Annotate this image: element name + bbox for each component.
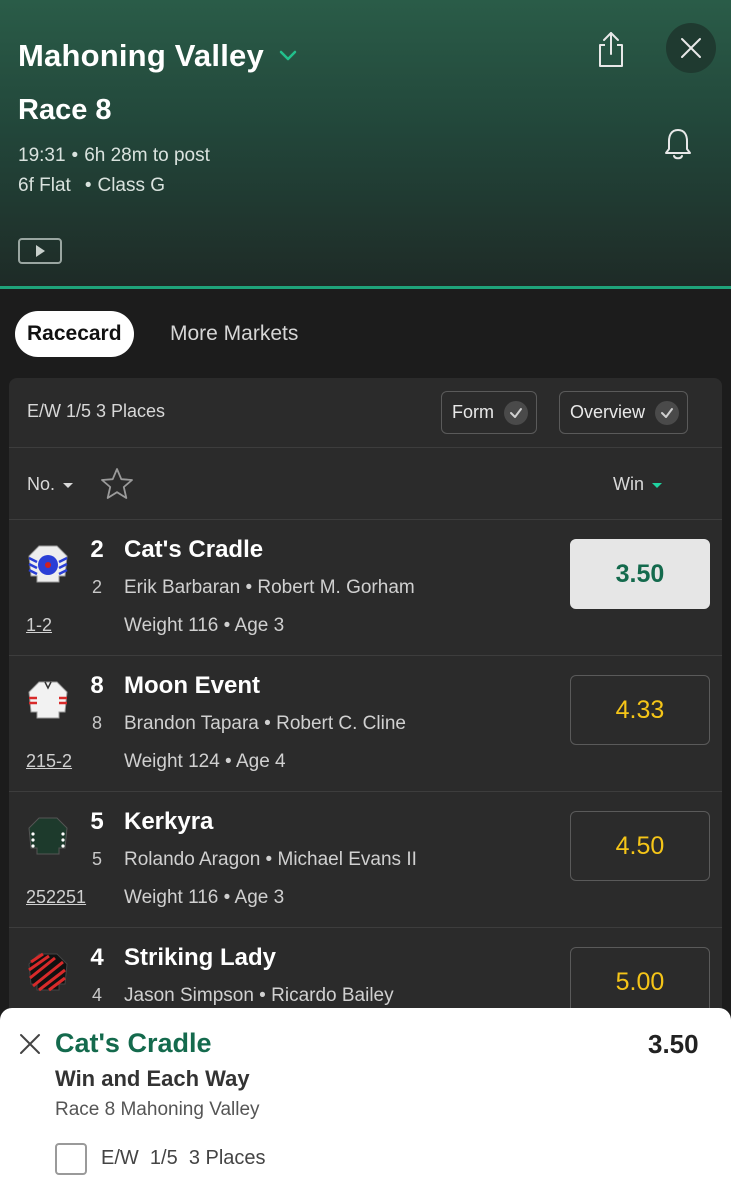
each-way-checkbox[interactable] xyxy=(55,1143,87,1175)
close-icon xyxy=(681,38,701,58)
race-info-row: 6f Flat • Class G xyxy=(18,175,166,196)
race-title: Race 8 xyxy=(18,94,112,126)
check-icon xyxy=(504,400,528,425)
ew-terms-row: E/W 1/5 3 Places Form Overview xyxy=(9,378,722,448)
runner-number: 8 xyxy=(90,672,104,699)
ew-label: E/W xyxy=(101,1147,139,1169)
star-icon[interactable] xyxy=(99,466,135,502)
odds-button[interactable]: 4.33 xyxy=(570,675,710,745)
win-label: Win xyxy=(613,474,644,494)
runner-details: Weight 116 • Age 3 xyxy=(124,887,285,908)
bet-slip: Cat's Cradle 3.50 Win and Each Way Race … xyxy=(0,1008,731,1200)
race-distance: 6f Flat xyxy=(18,175,71,196)
betslip-event: Race 8 Mahoning Valley xyxy=(55,1099,260,1120)
bell-icon[interactable] xyxy=(662,126,694,162)
runner-row[interactable]: 2 Cat's Cradle 2 Erik Barbaran • Robert … xyxy=(9,520,722,656)
runner-draw: 2 xyxy=(91,577,102,597)
jockey-name: Brandon Tapara xyxy=(124,713,259,734)
tab-more-markets[interactable]: More Markets xyxy=(170,311,298,357)
jockey-silk-icon xyxy=(28,681,68,719)
runner-form-link[interactable]: 252251 xyxy=(26,887,86,908)
caret-down-icon xyxy=(652,482,662,488)
chevron-down-icon[interactable] xyxy=(276,44,300,68)
runner-form-link[interactable]: 215-2 xyxy=(26,751,72,772)
share-icon[interactable] xyxy=(594,30,628,70)
race-class: Class G xyxy=(97,175,166,196)
runner-name: Striking Lady xyxy=(124,944,277,971)
venue-name[interactable]: Mahoning Valley xyxy=(18,38,264,74)
market-tabs: Racecard More Markets xyxy=(0,289,731,379)
overview-toggle-label: Overview xyxy=(570,402,646,422)
runner-row[interactable]: 5 Kerkyra 5 Rolando Aragon • Michael Eva… xyxy=(9,792,722,928)
close-button[interactable] xyxy=(666,23,716,73)
runner-weight: Weight 116 xyxy=(124,887,219,908)
tab-racecard[interactable]: Racecard xyxy=(15,311,134,357)
countdown: 6h 28m to post xyxy=(84,145,210,166)
runner-draw: 5 xyxy=(91,849,102,869)
betslip-odds: 3.50 xyxy=(648,1029,699,1059)
runner-row[interactable]: 8 Moon Event 8 Brandon Tapara • Robert C… xyxy=(9,656,722,792)
check-icon xyxy=(655,400,680,425)
runner-connections: Erik Barbaran • Robert M. Gorham xyxy=(124,577,415,598)
racecard: E/W 1/5 3 Places Form Overview No. Win 2 xyxy=(9,378,722,1018)
play-icon xyxy=(36,245,45,257)
runner-age: Age 3 xyxy=(234,887,285,908)
runner-age: Age 4 xyxy=(235,751,286,772)
caret-down-icon xyxy=(63,482,74,488)
runner-name: Kerkyra xyxy=(124,808,214,835)
ew-fraction: 1/5 xyxy=(149,1147,178,1169)
each-way-label: E/W 1/5 3 Places xyxy=(101,1147,266,1170)
odds-button[interactable]: 3.50 xyxy=(570,539,710,609)
betslip-market: Win and Each Way xyxy=(55,1066,250,1091)
trainer-name: Robert M. Gorham xyxy=(257,577,415,598)
runner-draw: 4 xyxy=(91,985,102,1005)
overview-toggle[interactable]: Overview xyxy=(559,391,689,434)
ew-terms: E/W 1/5 3 Places xyxy=(27,401,166,421)
race-header: Mahoning Valley Race 8 19:31 • 6h 28m to p… xyxy=(0,0,731,290)
jockey-name: Erik Barbaran xyxy=(124,577,241,598)
runner-details: Weight 116 • Age 3 xyxy=(124,615,285,636)
runner-weight: Weight 124 xyxy=(124,751,220,772)
jockey-silk-icon xyxy=(28,545,68,583)
runner-connections: Jason Simpson • Ricardo Bailey xyxy=(124,985,394,1006)
odds-button[interactable]: 5.00 xyxy=(570,947,710,1017)
jockey-silk-icon xyxy=(28,817,68,855)
runner-age: Age 3 xyxy=(234,615,285,636)
race-time: 19:31 xyxy=(18,145,66,166)
jockey-name: Rolando Aragon xyxy=(124,849,261,870)
jockey-name: Jason Simpson xyxy=(124,985,254,1006)
betslip-selection: Cat's Cradle xyxy=(55,1028,212,1058)
runner-name: Cat's Cradle xyxy=(124,536,264,563)
runner-connections: Brandon Tapara • Robert C. Cline xyxy=(124,713,406,734)
sort-by-win[interactable]: Win xyxy=(613,474,666,495)
odds-button[interactable]: 4.50 xyxy=(570,811,710,881)
runner-form-link[interactable]: 1-2 xyxy=(26,615,52,636)
runner-details: Weight 124 • Age 4 xyxy=(124,751,286,772)
sort-row: No. Win xyxy=(9,448,722,520)
form-toggle-label: Form xyxy=(452,402,494,422)
runner-number: 4 xyxy=(90,944,104,971)
form-toggle[interactable]: Form xyxy=(441,391,537,434)
trainer-name: Robert C. Cline xyxy=(276,713,406,734)
runner-connections: Rolando Aragon • Michael Evans II xyxy=(124,849,417,870)
runner-name: Moon Event xyxy=(124,672,260,699)
trainer-name: Michael Evans II xyxy=(277,849,417,870)
ew-places: 3 Places xyxy=(188,1147,266,1169)
runner-weight: Weight 116 xyxy=(124,615,219,636)
jockey-silk-icon xyxy=(28,952,68,992)
sort-by-number[interactable]: No. xyxy=(27,474,77,495)
sort-label: No. xyxy=(27,474,56,494)
close-icon[interactable] xyxy=(18,1032,42,1056)
race-time-row: 19:31 • 6h 28m to post xyxy=(18,145,210,166)
runner-row[interactable]: 4 Striking Lady 4 Jason Simpson • Ricard… xyxy=(9,928,722,1018)
venue-selector[interactable]: Mahoning Valley xyxy=(18,38,300,74)
runner-number: 2 xyxy=(90,536,104,563)
video-button[interactable] xyxy=(18,238,62,264)
runner-draw: 8 xyxy=(91,713,102,733)
trainer-name: Ricardo Bailey xyxy=(271,985,394,1006)
runner-number: 5 xyxy=(90,808,104,835)
